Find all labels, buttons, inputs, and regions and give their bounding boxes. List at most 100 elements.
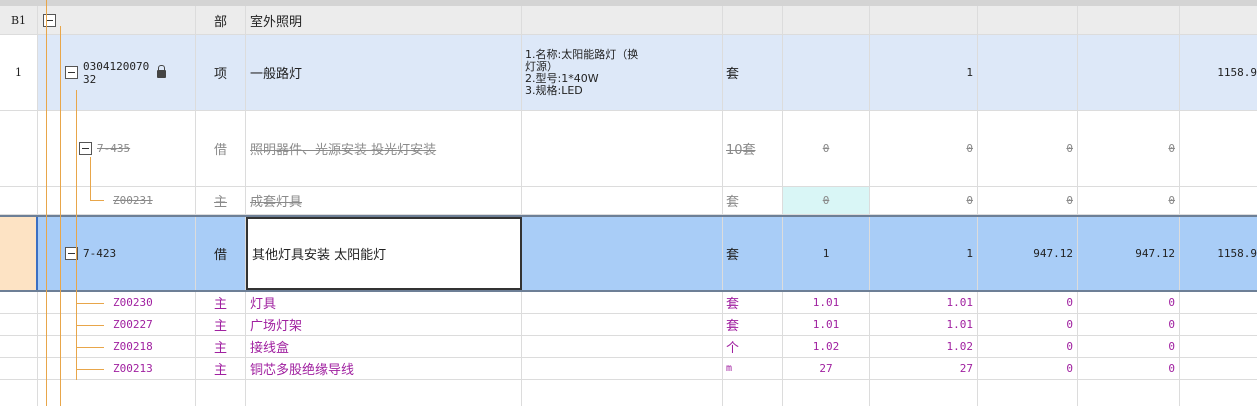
collapse-minus-icon[interactable] [65,66,78,79]
tree-line [60,26,61,406]
name-cell[interactable]: 成套灯具 [246,187,522,214]
unit-cell[interactable]: 10套 [723,111,783,186]
qty-cell[interactable]: 27 [783,358,870,379]
qty-cell[interactable]: 0 [783,187,870,214]
name-cell[interactable]: 室外照明 [246,6,522,34]
row-index [0,314,38,335]
feature-cell[interactable] [522,314,723,335]
qty-cell[interactable]: 1 [783,217,870,290]
price2-cell[interactable]: 0 [1078,314,1180,335]
qty2-cell[interactable]: 1 [870,217,978,290]
table-row-material[interactable]: Z00230 主 灯具 套 1.01 1.01 0 0 [0,292,1257,314]
qty2-cell[interactable]: 0 [870,187,978,214]
table-row-material[interactable]: Z00231 主 成套灯具 套 0 0 0 0 [0,187,1257,215]
name-cell[interactable]: 铜芯多股绝缘导线 [246,358,522,379]
qty2-cell[interactable]: 1.02 [870,336,978,357]
unit-cell[interactable]: 套 [723,292,783,313]
name-cell [246,380,522,406]
code-cell[interactable]: Z00227 [38,314,196,335]
qty2-cell[interactable]: 1 [870,35,978,110]
feature-cell[interactable] [522,187,723,214]
total-cell [1180,336,1257,357]
qty2-cell[interactable]: 1.01 [870,314,978,335]
price-cell[interactable]: 0 [978,292,1078,313]
code-cell[interactable]: Z00231 [38,187,196,214]
collapse-minus-icon[interactable] [79,142,92,155]
name-cell[interactable]: 灯具 [246,292,522,313]
qty-cell[interactable]: 0 [783,111,870,186]
name-cell[interactable]: 一般路灯 [246,35,522,110]
row-index [0,358,38,379]
type-cell: 项 [196,35,246,110]
feature-cell[interactable] [522,336,723,357]
price-cell[interactable]: 0 [978,336,1078,357]
feature-cell[interactable] [522,217,723,290]
code-cell[interactable]: Z00218 [38,336,196,357]
total-cell [1180,187,1257,214]
unit-cell[interactable]: 个 [723,336,783,357]
table-row-quota-selected[interactable]: 7-423 借 其他灯具安装 太阳能灯 套 1 1 947.12 947.12 … [0,215,1257,292]
unit-cell[interactable]: 套 [723,314,783,335]
qty-cell [783,6,870,34]
feature-cell[interactable] [522,292,723,313]
price2-cell[interactable]: 0 [1078,358,1180,379]
name-cell[interactable]: 照明器件、光源安装 投光灯安装 [246,111,522,186]
code-cell[interactable]: 7-423 [38,217,196,290]
code-cell[interactable]: Z00230 [38,292,196,313]
code-cell [38,380,196,406]
price2-cell[interactable]: 947.12 [1078,217,1180,290]
feature-cell[interactable] [522,111,723,186]
type-cell: 主 [196,358,246,379]
unit-cell[interactable]: m [723,358,783,379]
type-cell: 主 [196,314,246,335]
tree-line [90,200,104,201]
feature-cell [522,380,723,406]
price-cell[interactable]: 0 [978,187,1078,214]
table-row-item[interactable]: 1 0304120070 32 项 一般路灯 1.名称:太阳能路灯（换 灯源） … [0,35,1257,111]
code-text: 7-423 [83,247,117,260]
tree-line [76,347,104,348]
lock-icon [157,64,167,78]
unit-cell[interactable]: 套 [723,217,783,290]
price2-cell[interactable]: 0 [1078,111,1180,186]
qty-cell[interactable]: 1.02 [783,336,870,357]
table-row-material[interactable]: Z00213 主 铜芯多股绝缘导线 m 27 27 0 0 [0,358,1257,380]
qty2-cell[interactable]: 0 [870,111,978,186]
unit-cell[interactable]: 套 [723,187,783,214]
code-cell[interactable]: 7-435 [38,111,196,186]
price-cell [978,380,1078,406]
type-cell: 借 [196,217,246,290]
code-cell[interactable]: 0304120070 32 [38,35,196,110]
type-cell: 借 [196,111,246,186]
price2-cell [1078,35,1180,110]
qty2-cell[interactable]: 27 [870,358,978,379]
code-text: Z00230 [113,296,153,309]
price2-cell[interactable]: 0 [1078,292,1180,313]
table-row-material[interactable]: Z00227 主 广场灯架 套 1.01 1.01 0 0 [0,314,1257,336]
name-cell[interactable]: 广场灯架 [246,314,522,335]
qty-cell[interactable]: 1.01 [783,314,870,335]
qty-cell[interactable] [783,35,870,110]
unit-cell[interactable]: 套 [723,35,783,110]
code-cell[interactable]: Z00213 [38,358,196,379]
row-index [0,217,38,290]
qty2-cell[interactable]: 1.01 [870,292,978,313]
qty-cell[interactable]: 1.01 [783,292,870,313]
table-row-quota[interactable]: 7-435 借 照明器件、光源安装 投光灯安装 10套 0 0 0 0 [0,111,1257,187]
collapse-minus-icon[interactable] [43,13,56,27]
price-cell[interactable]: 947.12 [978,217,1078,290]
tree-line [76,262,77,368]
price2-cell[interactable]: 0 [1078,187,1180,214]
feature-cell[interactable] [522,358,723,379]
feature-cell[interactable]: 1.名称:太阳能路灯（换 灯源） 2.型号:1*40W 3.规格:LED [522,35,723,110]
total-cell: 1158.9 [1217,247,1257,260]
price-cell[interactable]: 0 [978,314,1078,335]
price-cell[interactable]: 0 [978,111,1078,186]
name-cell-editing[interactable]: 其他灯具安装 太阳能灯 [246,217,522,290]
price2-cell[interactable]: 0 [1078,336,1180,357]
table-row-section[interactable]: B1 部 室外照明 [0,6,1257,35]
price-cell[interactable]: 0 [978,358,1078,379]
name-cell[interactable]: 接线盒 [246,336,522,357]
total-cell [1180,292,1257,313]
table-row-material[interactable]: Z00218 主 接线盒 个 1.02 1.02 0 0 [0,336,1257,358]
